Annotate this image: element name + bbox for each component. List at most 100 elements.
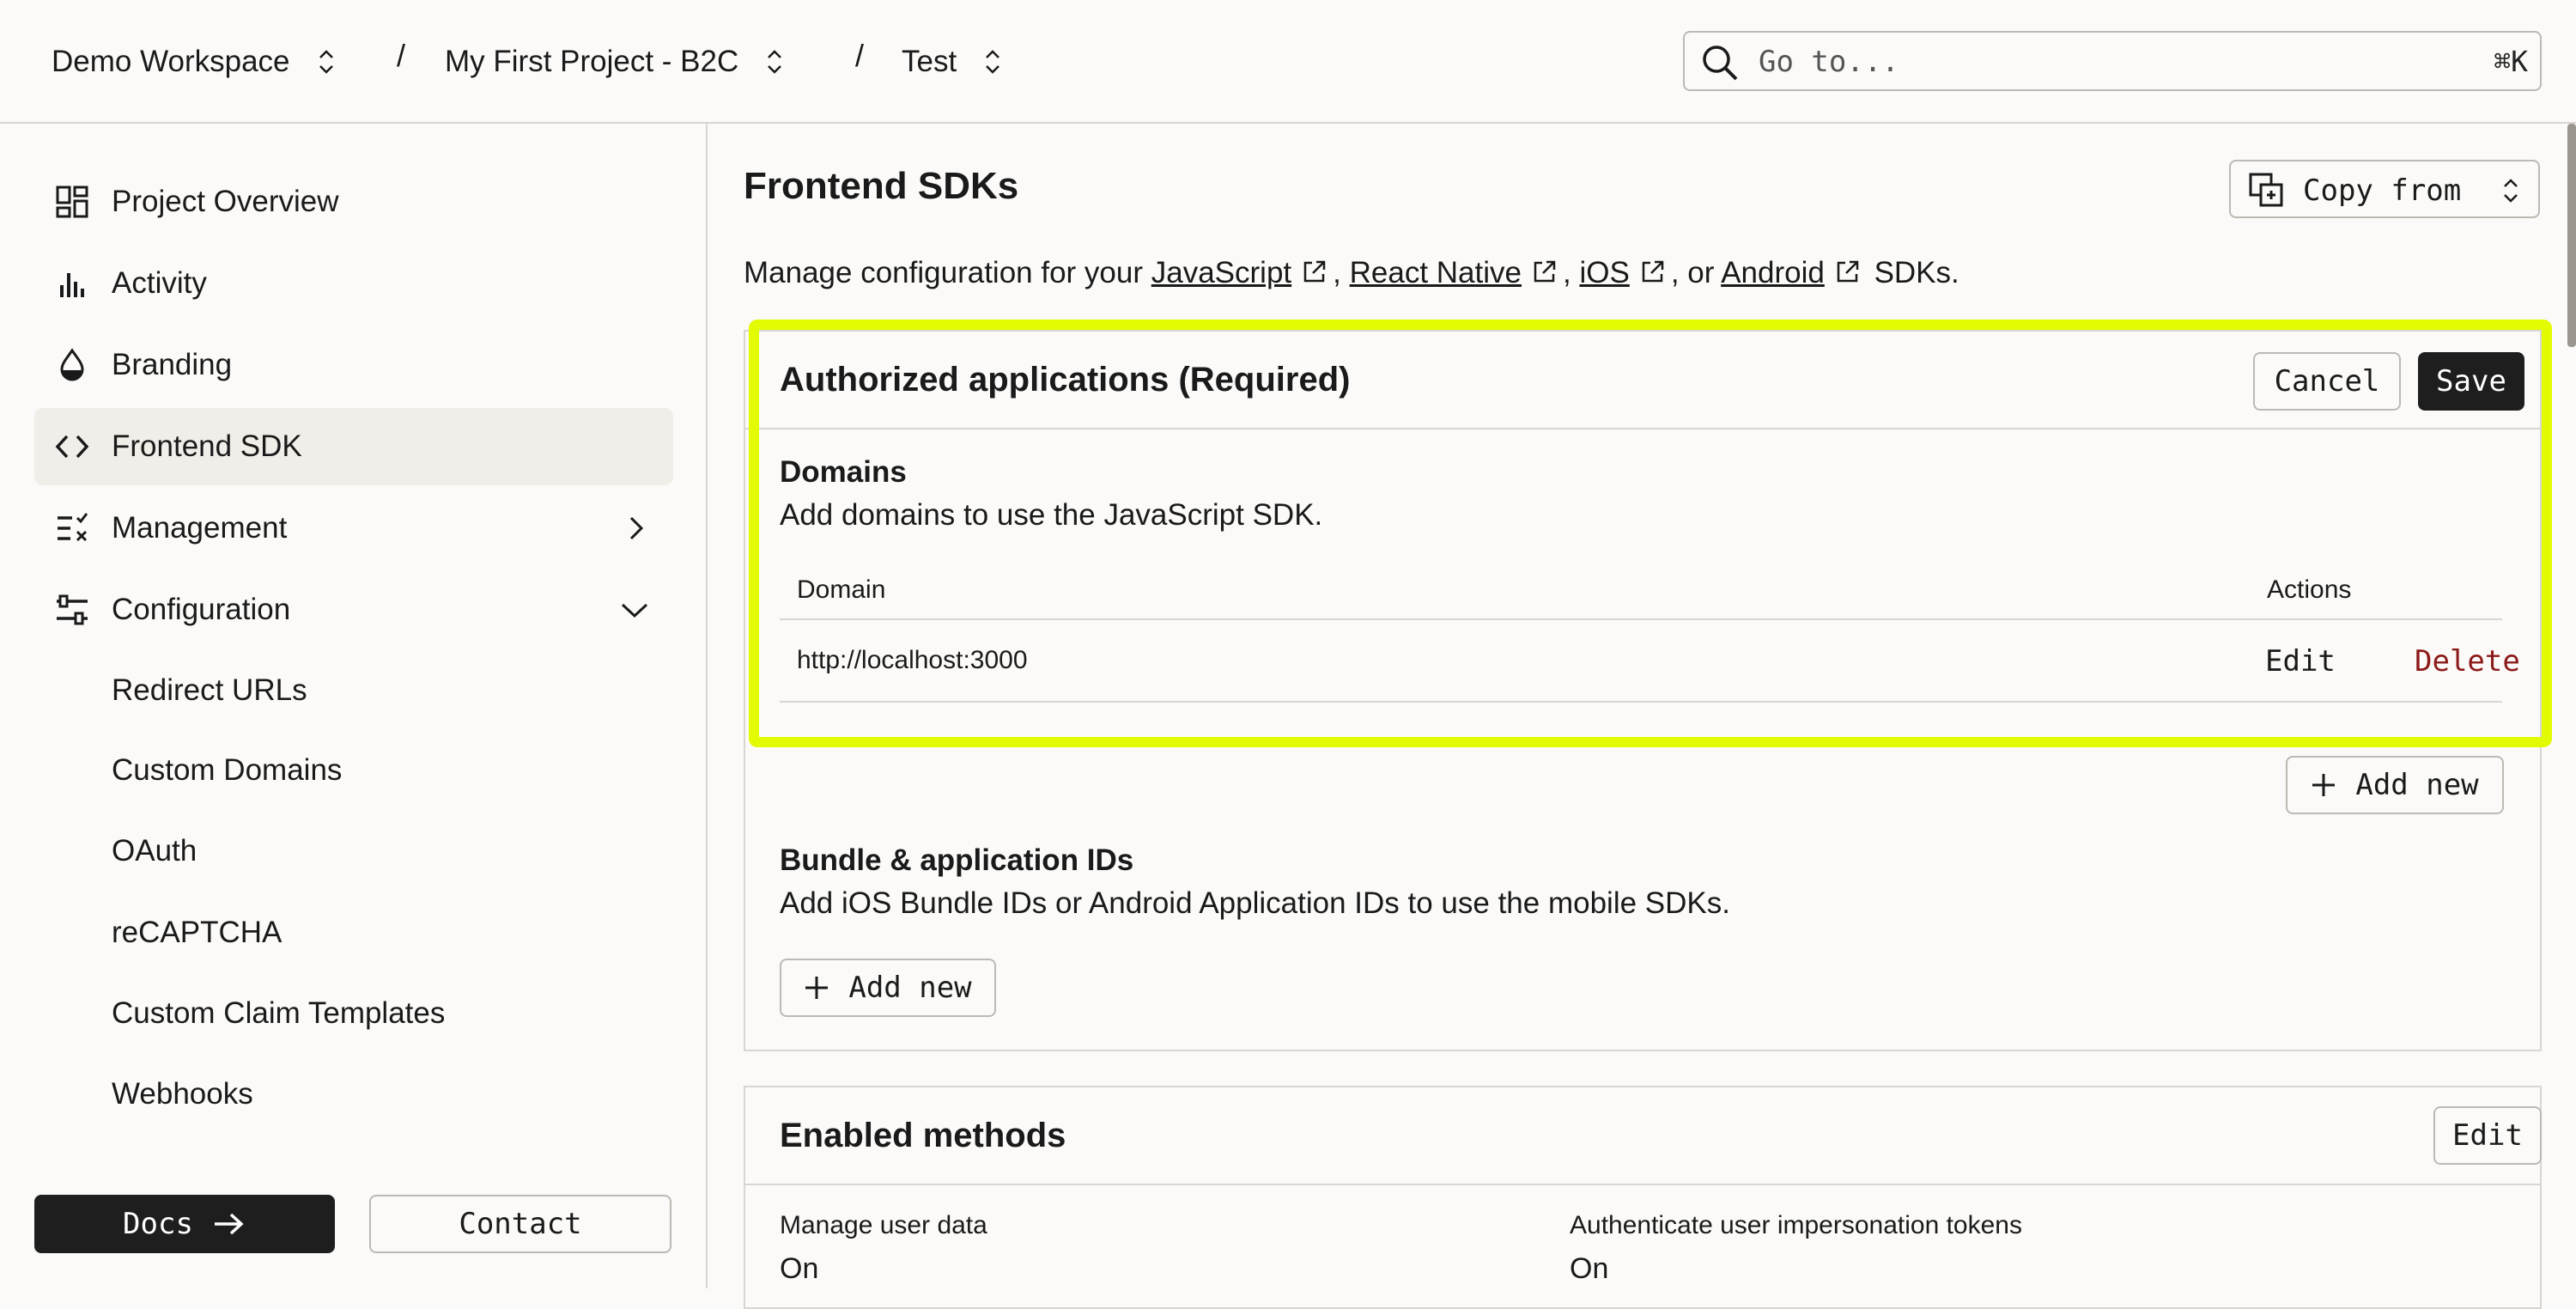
breadcrumb-separator: / (397, 38, 406, 73)
breadcrumb-separator: / (855, 38, 865, 73)
domains-title: Domains (780, 455, 907, 489)
copy-icon (2249, 173, 2283, 207)
chevron-right-icon (629, 516, 644, 540)
react-native-link[interactable]: React Native (1350, 256, 1522, 289)
description-suffix: SDKs. (1874, 256, 1959, 289)
sidebar-item-configuration[interactable]: Configuration (34, 571, 673, 648)
sidebar-item-project-overview[interactable]: Project Overview (34, 163, 673, 240)
cancel-button[interactable]: Cancel (2253, 352, 2401, 411)
domains-description: Add domains to use the JavaScript SDK. (780, 498, 1323, 532)
javascript-link[interactable]: JavaScript (1151, 256, 1291, 289)
environment-name: Test (902, 45, 957, 78)
page-title: Frontend SDKs (744, 165, 1019, 207)
sidebar-item-label: Project Overview (112, 185, 339, 218)
card-title: Enabled methods (780, 1117, 1066, 1154)
external-link-icon (1534, 260, 1556, 283)
drop-icon (60, 348, 84, 381)
domain-value: http://localhost:3000 (797, 646, 1028, 674)
delete-domain-button[interactable]: Delete (2415, 644, 2520, 679)
sidebar-subitem-custom-domains[interactable]: Custom Domains (112, 753, 342, 788)
separator-text: , or (1670, 256, 1715, 289)
main-content: Frontend SDKs Copy from Manage configura… (709, 124, 2576, 1309)
field-label: Authenticate user impersonation tokens (1570, 1211, 2022, 1239)
save-label: Save (2436, 364, 2506, 399)
edit-enabled-methods-button[interactable]: Edit (2433, 1106, 2542, 1165)
column-header-actions: Actions (2267, 575, 2352, 604)
column-header-domain: Domain (797, 575, 886, 604)
workspace-switcher[interactable]: Demo Workspace (52, 38, 337, 86)
card-title: Authorized applications (Required) (780, 361, 1351, 399)
card-header: Authorized applications (Required) Cance… (745, 332, 2540, 429)
sidebar: Project Overview Activity Branding Front… (0, 124, 708, 1288)
page-description: Manage configuration for your JavaScript… (744, 256, 1959, 290)
sidebar-item-label: Activity (112, 266, 207, 300)
chevron-updown-icon (2504, 179, 2518, 203)
external-link-icon (1642, 260, 1664, 283)
cancel-label: Cancel (2274, 364, 2380, 399)
bar-chart-icon (60, 273, 84, 297)
copy-from-button[interactable]: Copy from (2229, 160, 2540, 218)
chevron-updown-icon (768, 50, 782, 74)
add-bundle-id-button[interactable]: Add new (780, 959, 996, 1017)
code-icon (55, 435, 89, 459)
goto-search[interactable]: Go to... ⌘K (1683, 31, 2542, 91)
external-link-icon (1837, 260, 1859, 283)
environment-switcher[interactable]: Test (902, 38, 1003, 86)
sidebar-item-label: Frontend SDK (112, 429, 302, 463)
edit-label: Edit (2452, 1118, 2523, 1153)
field-value: On (780, 1252, 819, 1285)
top-bar: Demo Workspace / My First Project - B2C … (0, 0, 2576, 124)
edit-domain-button[interactable]: Edit (2265, 644, 2336, 679)
add-new-label: Add new (2355, 768, 2479, 802)
sidebar-item-label: Configuration (112, 593, 291, 626)
sidebar-item-activity[interactable]: Activity (34, 245, 673, 322)
card-header: Enabled methods Edit (745, 1087, 2542, 1185)
enabled-methods-card: Enabled methods Edit Manage user data On… (744, 1086, 2542, 1309)
scrollbar[interactable] (2567, 124, 2576, 347)
project-switcher[interactable]: My First Project - B2C (445, 38, 785, 86)
sidebar-subitem-webhooks[interactable]: Webhooks (112, 1077, 253, 1111)
search-shortcut: ⌘K (2494, 45, 2528, 78)
sidebar-subitem-custom-claim-templates[interactable]: Custom Claim Templates (112, 996, 445, 1031)
plus-icon (805, 977, 829, 999)
sidebar-item-branding[interactable]: Branding (34, 326, 673, 404)
domains-table-header: Domain Actions (780, 562, 2502, 620)
description-text: Manage configuration for your (744, 256, 1143, 289)
separator-text: , (1562, 256, 1571, 289)
search-icon (1703, 46, 1738, 81)
sidebar-subitem-recaptcha[interactable]: reCAPTCHA (112, 916, 282, 950)
search-placeholder: Go to... (1759, 45, 1899, 79)
docs-button[interactable]: Docs (34, 1195, 335, 1253)
external-link-icon (1303, 260, 1326, 283)
table-row: http://localhost:3000 Edit Delete (780, 622, 2520, 703)
sidebar-item-management[interactable]: Management (34, 490, 673, 567)
arrow-right-icon (214, 1213, 244, 1235)
field-label: Manage user data (780, 1211, 987, 1239)
authorized-applications-card: Authorized applications (Required) Cance… (744, 330, 2542, 1051)
chevron-updown-icon (986, 50, 1000, 74)
sidebar-item-label: Branding (112, 348, 233, 381)
contact-button[interactable]: Contact (369, 1195, 671, 1253)
project-name: My First Project - B2C (445, 45, 739, 78)
android-link[interactable]: Android (1721, 256, 1825, 289)
ios-link[interactable]: iOS (1579, 256, 1629, 289)
plus-icon (2312, 774, 2336, 796)
separator-text: , (1333, 256, 1341, 289)
sidebar-subitem-oauth[interactable]: OAuth (112, 834, 197, 868)
field-value: On (1570, 1252, 1609, 1285)
workspace-name: Demo Workspace (52, 45, 290, 78)
sidebar-item-frontend-sdk[interactable]: Frontend SDK (34, 408, 673, 485)
copy-from-label: Copy from (2303, 174, 2462, 208)
sliders-icon (57, 594, 88, 625)
sidebar-item-label: Management (112, 511, 288, 545)
chevron-down-icon (621, 603, 648, 618)
sidebar-subitem-redirect-urls[interactable]: Redirect URLs (112, 673, 307, 708)
save-button[interactable]: Save (2418, 352, 2524, 411)
bundle-ids-description: Add iOS Bundle IDs or Android Applicatio… (780, 886, 1730, 920)
contact-label: Contact (459, 1207, 582, 1241)
bundle-ids-title: Bundle & application IDs (780, 843, 1134, 877)
dashboard-icon (56, 186, 88, 218)
chevron-updown-icon (319, 50, 333, 74)
docs-label: Docs (123, 1207, 193, 1241)
add-domain-button[interactable]: Add new (2286, 756, 2504, 814)
